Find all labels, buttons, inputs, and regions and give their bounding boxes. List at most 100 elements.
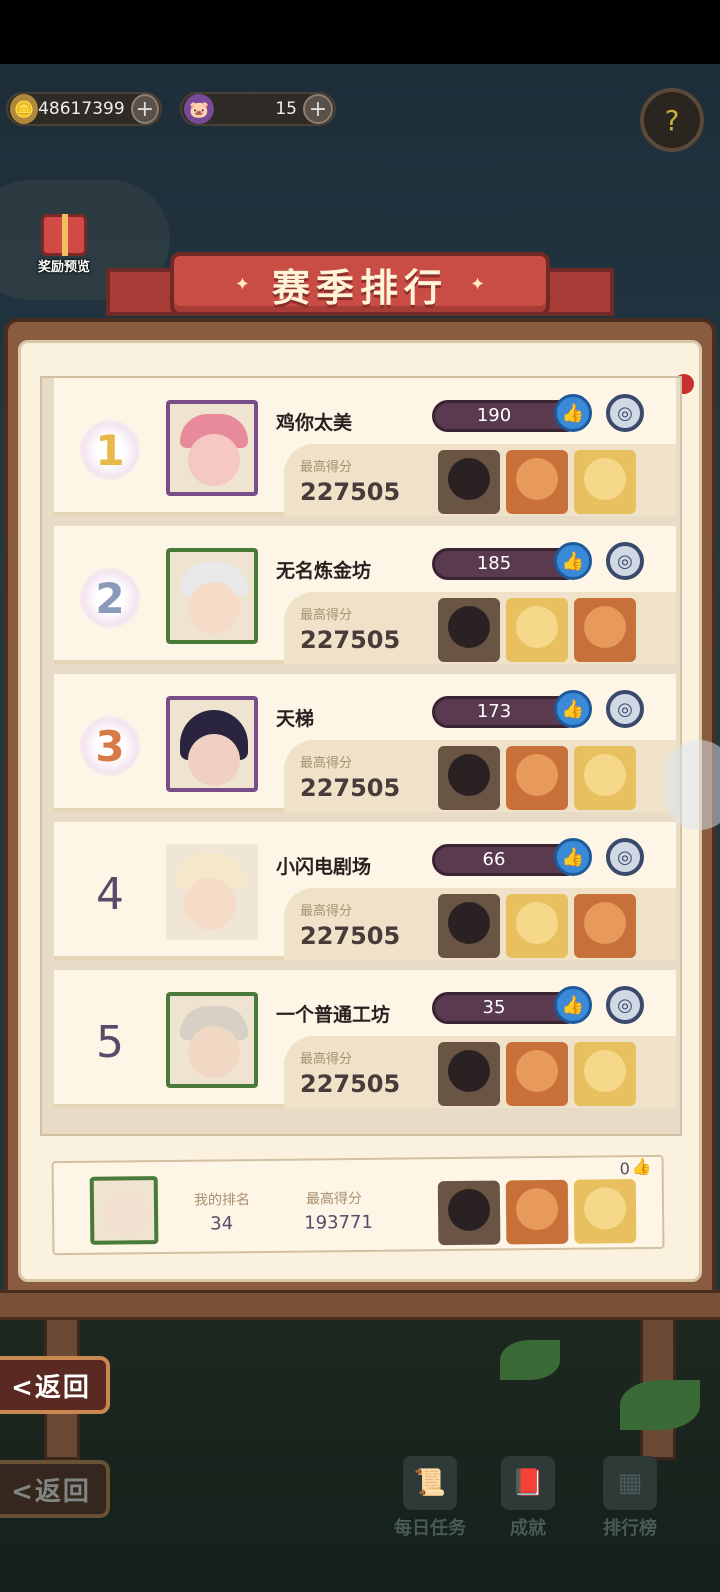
score-label: 最高得分 — [300, 904, 353, 919]
add-coins-button[interactable]: + — [130, 94, 159, 124]
banner-star-icon: ✦ — [234, 273, 250, 295]
score-label: 最高得分 — [300, 608, 353, 623]
my-rank-value: 34 — [210, 1213, 234, 1235]
gem-counter: 🐷 15 + — [180, 92, 336, 126]
thumbs-up-icon: 👍 — [631, 1156, 652, 1177]
team-member — [506, 598, 568, 662]
team-member — [438, 894, 500, 958]
player-avatar[interactable] — [166, 696, 258, 792]
like-button[interactable]: 👍 — [554, 986, 592, 1024]
banner-star-icon: ✦ — [470, 273, 486, 295]
team-member — [574, 450, 636, 514]
reward-preview-label: 奖励预览 — [37, 260, 90, 275]
leaderboard-row: 4 小闪电剧场 最高得分 227505 66 👍 ◎ — [54, 822, 676, 960]
my-score-label: 最高得分 — [305, 1190, 363, 1208]
leaderboard-row: 1 鸡你太美 最高得分 227505 190 👍 ◎ — [54, 378, 676, 516]
thumbs-up-icon: 👍 — [561, 402, 585, 424]
board-plank — [0, 1290, 720, 1320]
replay-button[interactable]: ◎ — [606, 394, 644, 432]
like-button[interactable]: 👍 — [554, 838, 592, 876]
team-member — [506, 894, 568, 958]
status-bar-area — [0, 0, 720, 64]
rank-number: 5 — [96, 1016, 124, 1068]
team-member — [573, 1179, 637, 1244]
player-name: 无名炼金坊 — [276, 560, 372, 582]
player-avatar[interactable] — [166, 548, 258, 644]
my-score-value: 193771 — [304, 1211, 374, 1234]
team-member — [438, 598, 500, 662]
my-rank-label: 我的排名 — [193, 1192, 251, 1209]
replay-button[interactable]: ◎ — [606, 986, 644, 1024]
leaderboard-icon: ▦ — [603, 1456, 657, 1510]
thumbs-up-icon: 👍 — [561, 846, 585, 868]
help-button[interactable]: ? — [640, 88, 704, 152]
leaf-decoration — [500, 1340, 560, 1380]
team-member — [506, 746, 568, 810]
add-gems-button[interactable]: + — [303, 94, 333, 124]
score-value: 227505 — [300, 774, 401, 802]
leaderboard-row: 2 无名炼金坊 最高得分 227505 185 👍 ◎ — [54, 526, 676, 664]
gem-value: 15 — [275, 99, 297, 119]
replay-icon: ◎ — [617, 698, 633, 720]
reward-preview-button[interactable]: 奖励预览 — [28, 214, 100, 284]
rank-badge-bronze: 3 — [78, 714, 142, 778]
replay-icon: ◎ — [617, 994, 633, 1016]
replay-icon: ◎ — [617, 550, 633, 572]
score-value: 227505 — [300, 922, 401, 950]
team-member — [438, 450, 500, 514]
rank-badge-gold: 1 — [78, 418, 142, 482]
team-member — [506, 450, 568, 514]
player-avatar[interactable] — [166, 844, 258, 940]
replay-button[interactable]: ◎ — [606, 838, 644, 876]
like-button[interactable]: 👍 — [554, 542, 592, 580]
score-value: 227505 — [300, 626, 401, 654]
coin-icon: 🪙 — [10, 94, 39, 124]
player-avatar[interactable] — [166, 992, 258, 1088]
team-member — [505, 1179, 569, 1245]
score-label: 最高得分 — [300, 1052, 353, 1067]
nav-label: 每日任务 — [394, 1518, 466, 1539]
back-button[interactable]: <返回 — [0, 1356, 110, 1414]
back-button-shadow: <返回 — [0, 1460, 110, 1518]
nav-leaderboard[interactable]: ▦ 排行榜 — [580, 1456, 680, 1540]
floating-assistant-button[interactable] — [664, 740, 720, 830]
player-name: 一个普通工坊 — [276, 1004, 391, 1026]
nav-achievements[interactable]: 📕 成就 — [478, 1456, 578, 1540]
team-member — [438, 1042, 500, 1106]
leaderboard-list[interactable]: 1 鸡你太美 最高得分 227505 190 👍 ◎ 2 无名炼金坊 最高得分 … — [40, 376, 682, 1136]
team-member — [506, 1042, 568, 1106]
like-button[interactable]: 👍 — [554, 394, 592, 432]
nav-label: 排行榜 — [603, 1518, 657, 1539]
coin-counter: 🪙 48617399 + — [6, 92, 162, 126]
my-rank-card: 我的排名 34 最高得分 193771 0 👍 — [51, 1154, 665, 1256]
leaderboard-row: 5 一个普通工坊 最高得分 227505 35 👍 ◎ — [54, 970, 676, 1108]
page-title: 赛季排行 — [271, 265, 448, 310]
scroll-icon: 📜 — [403, 1456, 457, 1510]
team-member — [574, 598, 636, 662]
replay-button[interactable]: ◎ — [606, 542, 644, 580]
like-button[interactable]: 👍 — [554, 690, 592, 728]
gem-icon: 🐷 — [184, 94, 214, 124]
replay-button[interactable]: ◎ — [606, 690, 644, 728]
player-avatar[interactable] — [166, 400, 258, 496]
rank-number: 4 — [96, 868, 124, 920]
my-like-count: 0 — [619, 1159, 630, 1179]
nav-label: 成就 — [510, 1518, 546, 1539]
thumbs-up-icon: 👍 — [561, 698, 585, 720]
my-avatar[interactable] — [89, 1176, 159, 1245]
team-member — [438, 746, 500, 810]
season-ranking-banner: ✦ 赛季排行 ✦ — [170, 252, 550, 316]
player-name: 天梯 — [276, 708, 315, 730]
replay-icon: ◎ — [617, 846, 633, 868]
leaderboard-row: 3 天梯 最高得分 227505 173 👍 ◎ — [54, 674, 676, 812]
gift-icon — [41, 214, 87, 256]
player-name: 小闪电剧场 — [276, 856, 372, 878]
leaf-decoration — [620, 1380, 700, 1430]
team-member — [437, 1180, 501, 1246]
team-member — [574, 746, 636, 810]
score-value: 227505 — [300, 1070, 401, 1098]
replay-icon: ◎ — [617, 402, 633, 424]
score-label: 最高得分 — [300, 460, 353, 475]
nav-daily-tasks[interactable]: 📜 每日任务 — [380, 1456, 480, 1540]
score-value: 227505 — [300, 478, 401, 506]
